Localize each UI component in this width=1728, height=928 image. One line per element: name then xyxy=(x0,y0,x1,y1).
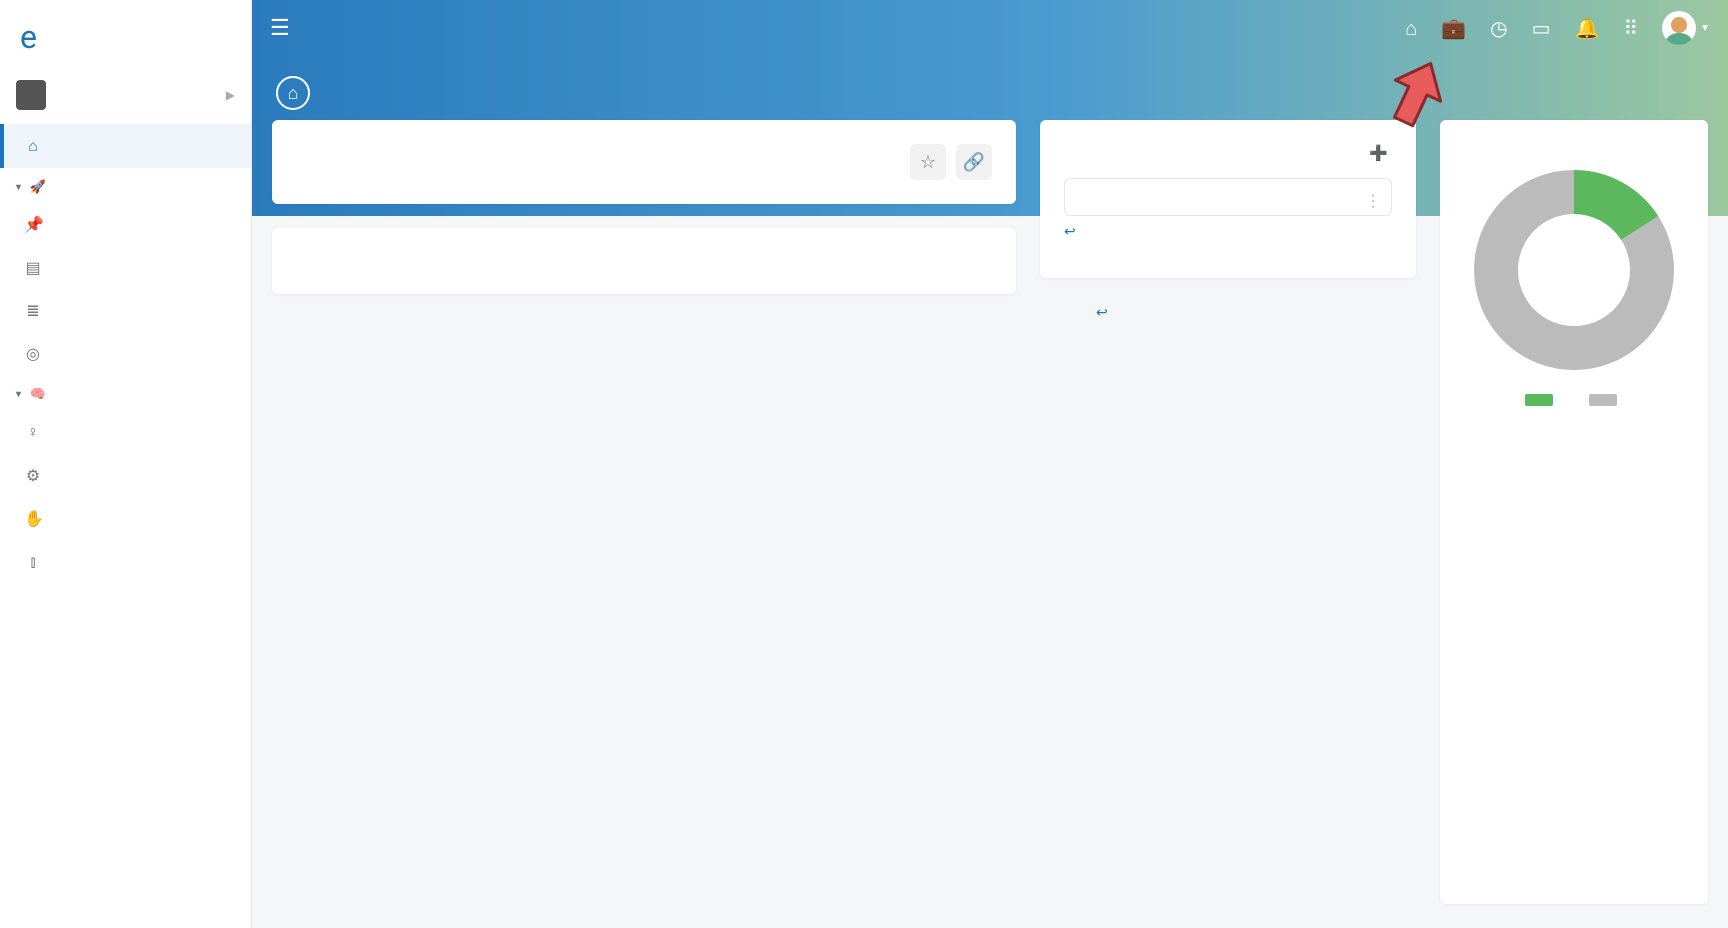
grid-icon[interactable]: ⠿ xyxy=(1623,16,1638,40)
progress-legend xyxy=(1464,390,1684,408)
reply-icon: ↩ xyxy=(1096,305,1108,321)
latest-todos-card xyxy=(272,228,1016,294)
nav-project-dashboard[interactable]: ⌂ xyxy=(0,124,251,168)
nav-group-think[interactable]: ▾ 🧠 xyxy=(0,375,251,410)
chevron-down-icon: ▼ xyxy=(1700,23,1710,34)
nav-todos[interactable]: 📌 xyxy=(0,203,251,246)
blueprint-icon: ⚙ xyxy=(24,466,42,485)
main-left-column: ☆ 🔗 xyxy=(272,120,1016,928)
chevron-right-icon: ▶ xyxy=(226,88,235,102)
plus-icon: ➕ xyxy=(1369,144,1388,162)
topbar-actions: ⌂ 💼 ◷ ▭ 🔔 ⠿ ▼ xyxy=(1405,11,1710,45)
bell-icon[interactable]: 🔔 xyxy=(1575,16,1600,40)
hand-icon: ✋ xyxy=(24,509,42,528)
project-updates-card: ➕ ⋮ ↩ xyxy=(1040,120,1416,278)
star-icon: ☆ xyxy=(920,152,936,173)
progress-donut xyxy=(1464,156,1684,390)
nav-milestones[interactable]: ≣ xyxy=(0,289,251,332)
topbar: ☰ ⌂ 💼 ◷ ▭ 🔔 ⠿ ▼ xyxy=(252,0,1728,56)
brain-icon: 🧠 xyxy=(30,387,47,402)
nav-ideas[interactable]: ♀ xyxy=(0,410,251,454)
logo[interactable]: e xyxy=(0,0,251,70)
legend-open xyxy=(1589,390,1623,408)
hamburger-icon[interactable]: ☰ xyxy=(270,16,290,41)
project-progress-card xyxy=(1440,120,1708,904)
nav-blueprints[interactable]: ⚙ xyxy=(0,454,251,497)
sidebar: e ▶ ⌂ ▾ 🚀 📌 ▤ ≣ ◎ ▾ 🧠 ♀ ⚙ ✋ ⫾ xyxy=(0,0,252,928)
reply-button[interactable]: ↩ xyxy=(1096,305,1112,321)
pin-icon: 📌 xyxy=(24,215,42,234)
nav-goals[interactable]: ◎ xyxy=(0,332,251,375)
project-selector[interactable]: ▶ xyxy=(0,70,251,124)
status-update: ⋮ xyxy=(1064,178,1392,216)
update-status-button[interactable]: ➕ xyxy=(1369,144,1392,162)
main-content: ☆ 🔗 ➕ ⋮ ↩ xyxy=(272,120,1708,928)
main-right-column: ➕ ⋮ ↩ xyxy=(1040,120,1416,928)
reply-button[interactable]: ↩ xyxy=(1064,224,1080,240)
chevron-down-icon: ▾ xyxy=(16,389,22,400)
nav-docs[interactable]: ▤ xyxy=(0,246,251,289)
home-circle-icon: ⌂ xyxy=(276,76,310,110)
chart-icon: ⫾ xyxy=(24,552,42,572)
reply-icon: ↩ xyxy=(1064,224,1076,240)
favorite-button[interactable]: ☆ xyxy=(910,144,946,180)
bulb-icon: ♀ xyxy=(24,422,42,442)
milestones-icon: ≣ xyxy=(24,301,42,320)
home-icon[interactable]: ⌂ xyxy=(1405,16,1417,41)
target-icon: ◎ xyxy=(24,344,42,363)
project-header-card: ☆ 🔗 xyxy=(272,120,1016,204)
legend-done xyxy=(1525,390,1559,408)
kebab-icon[interactable]: ⋮ xyxy=(1365,191,1381,210)
home-icon: ⌂ xyxy=(24,136,42,156)
link-icon: 🔗 xyxy=(963,152,985,173)
user-menu[interactable]: ▼ xyxy=(1662,11,1710,45)
doc-icon: ▤ xyxy=(24,258,42,277)
nav-group-make[interactable]: ▾ 🚀 xyxy=(0,168,251,203)
rocket-icon: 🚀 xyxy=(30,180,47,195)
chevron-down-icon: ▾ xyxy=(16,182,22,193)
avatar-icon xyxy=(1662,11,1696,45)
clock-icon[interactable]: ◷ xyxy=(1490,16,1507,40)
calendar-icon[interactable]: ▭ xyxy=(1532,16,1551,40)
nav-retrospectives[interactable]: ✋ xyxy=(0,497,251,540)
project-badge xyxy=(16,80,46,110)
share-link-button[interactable]: 🔗 xyxy=(956,144,992,180)
nav-reports[interactable]: ⫾ xyxy=(0,540,251,584)
briefcase-icon[interactable]: 💼 xyxy=(1441,16,1466,40)
